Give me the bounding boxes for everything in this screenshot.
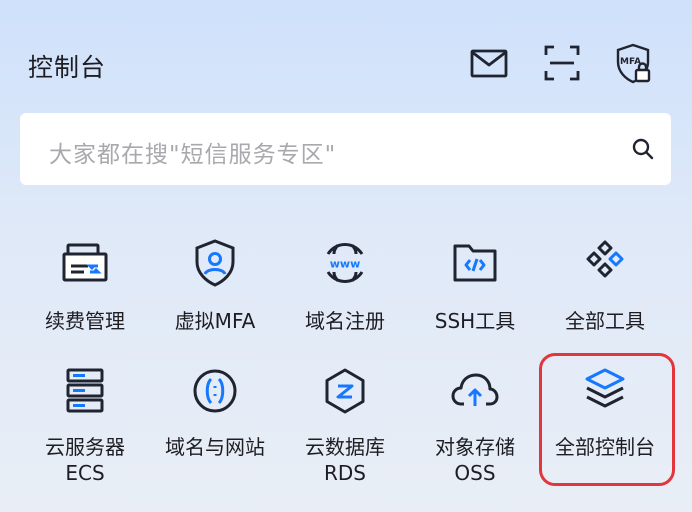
tool-oss-label-line2: OSS — [454, 461, 496, 485]
tool-ecs-label-line1: 云服务器 — [45, 435, 125, 459]
tool-rds-label-line2: RDS — [324, 461, 366, 485]
tool-rds-label-line1: 云数据库 — [305, 435, 385, 459]
renew-icon — [60, 238, 110, 288]
mfa-icon-text: MFA — [620, 57, 641, 67]
search-icon[interactable] — [631, 137, 655, 161]
tool-ecs-label-line2: ECS — [65, 461, 105, 485]
tool-ssh[interactable]: SSH工具 — [410, 238, 540, 368]
database-hex-icon — [320, 366, 370, 416]
shield-user-icon — [190, 238, 240, 288]
tool-domain-register-label: 域名注册 — [305, 309, 385, 333]
tool-domain-register[interactable]: www 域名注册 — [280, 238, 410, 368]
globe-www-icon: www — [320, 238, 370, 288]
brackets-circle-icon — [190, 366, 240, 416]
tool-all-tools[interactable]: 全部工具 — [540, 238, 670, 368]
tool-virtual-mfa[interactable]: 虚拟MFA — [150, 238, 280, 368]
server-stack-icon — [60, 366, 110, 416]
tool-renew[interactable]: 续费管理 — [20, 238, 150, 368]
tool-domain-website[interactable]: 域名与网站 — [150, 366, 280, 496]
search-input[interactable]: 大家都在搜"短信服务专区" — [49, 135, 336, 169]
scan-icon[interactable] — [541, 42, 583, 84]
search-bar[interactable]: 大家都在搜"短信服务专区" — [20, 113, 671, 185]
tool-virtual-mfa-label: 虚拟MFA — [174, 309, 256, 333]
tool-domain-website-label-line1: 域名与网站 — [165, 435, 265, 459]
tool-oss-label-line1: 对象存储 — [435, 435, 515, 459]
folder-code-icon — [450, 238, 500, 288]
tool-ssh-label: SSH工具 — [434, 309, 516, 333]
cloud-upload-icon — [450, 366, 500, 416]
tool-rds-label: 云数据库 RDS — [280, 434, 410, 486]
mail-icon[interactable] — [468, 42, 510, 84]
tool-domain-website-label: 域名与网站 — [150, 434, 280, 460]
tool-ecs-label: 云服务器 ECS — [20, 434, 150, 486]
tool-oss-label: 对象存储 OSS — [410, 434, 540, 486]
tool-ecs[interactable]: 云服务器 ECS — [20, 366, 150, 496]
tool-all-tools-label: 全部工具 — [565, 309, 645, 333]
highlight-box — [539, 353, 675, 486]
tool-renew-label: 续费管理 — [45, 309, 125, 333]
tool-rds[interactable]: 云数据库 RDS — [280, 366, 410, 496]
page-title: 控制台 — [28, 53, 107, 82]
grid-diamonds-icon — [580, 238, 630, 288]
svg-text:www: www — [330, 258, 361, 271]
mfa-lock-icon[interactable]: MFA — [612, 42, 654, 84]
tool-oss[interactable]: 对象存储 OSS — [410, 366, 540, 496]
